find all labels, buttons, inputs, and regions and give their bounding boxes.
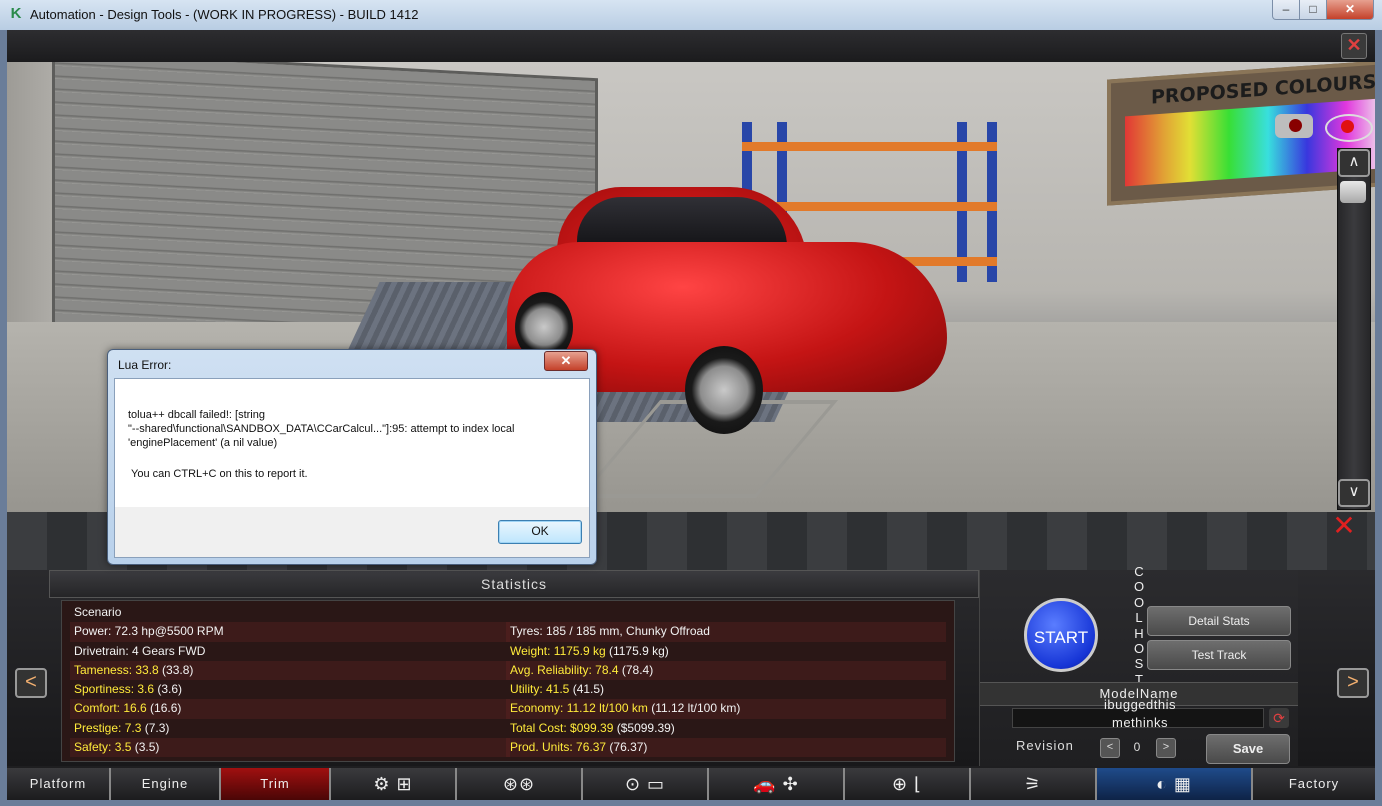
error-message: tolua++ dbcall failed!: [string "--share… bbox=[128, 409, 515, 449]
stats-left-column: Scenario Power: 72.3 hp@5500 RPM Drivetr… bbox=[70, 603, 510, 758]
stat-tameness: Tameness: 33.8 (33.8) bbox=[70, 660, 510, 681]
tab-engine[interactable]: Engine bbox=[111, 768, 221, 800]
top-strip: ✕ bbox=[7, 30, 1375, 62]
interior-icon: ⊕ ⌊ bbox=[891, 774, 923, 794]
statistics-box: Scenario Power: 72.3 hp@5500 RPM Drivetr… bbox=[61, 600, 955, 762]
stats-panel: < > Statistics Scenario Power: 72.3 hp@5… bbox=[7, 564, 1375, 766]
dialog-footer: OK bbox=[114, 507, 590, 558]
eye-icon[interactable] bbox=[1325, 114, 1373, 142]
maximize-button[interactable]: □ bbox=[1299, 0, 1327, 20]
stat-tyres: Tyres: 185 / 185 mm, Chunky Offroad bbox=[506, 622, 946, 642]
stat-safety: Safety: 3.5 (3.5) bbox=[70, 738, 510, 758]
revision-label: Revision bbox=[1016, 738, 1074, 753]
lua-error-dialog: Lua Error: ✕ tolua++ dbcall failed!: [st… bbox=[107, 349, 597, 565]
save-button[interactable]: Save bbox=[1206, 734, 1290, 764]
stat-power: Power: 72.3 hp@5500 RPM bbox=[70, 622, 510, 642]
detail-stats-button[interactable]: Detail Stats bbox=[1147, 606, 1291, 636]
dialog-content: tolua++ dbcall failed!: [string "--share… bbox=[114, 378, 590, 508]
stat-empty bbox=[506, 603, 946, 622]
zoom-scrollbar[interactable]: ∧ ∨ bbox=[1337, 148, 1371, 510]
tab-brakes[interactable]: ⊙ ▭ bbox=[583, 768, 709, 800]
test-track-button[interactable]: Test Track bbox=[1147, 640, 1291, 670]
stats-right-column: Tyres: 185 / 185 mm, Chunky Offroad Weig… bbox=[506, 603, 946, 758]
dialog-title: Lua Error: bbox=[118, 358, 172, 372]
stat-scenario: Scenario bbox=[74, 605, 122, 619]
car-fan-icon: 🚗 ✣ bbox=[753, 774, 799, 794]
window-title: Automation - Design Tools - (WORK IN PRO… bbox=[30, 7, 419, 22]
model-name-value: ibuggedthis methinks bbox=[1104, 697, 1176, 730]
tab-suspension[interactable]: ⚞ bbox=[971, 768, 1097, 800]
scroll-down-button[interactable]: ∨ bbox=[1338, 479, 1370, 507]
stat-economy: Economy: 11.12 lt/100 km (11.12 lt/100 k… bbox=[506, 699, 946, 719]
window-close-button[interactable]: ✕ bbox=[1326, 0, 1374, 20]
design-tab-bar: Platform Engine Trim ⚙ ⊞ ⊛⊛ ⊙ ▭ 🚗 ✣ ⊕ ⌊ … bbox=[7, 768, 1375, 800]
error-hint: You can CTRL+C on this to report it. bbox=[131, 468, 308, 480]
window-title-bar: K Automation - Design Tools - (WORK IN P… bbox=[0, 0, 1382, 30]
stat-comfort: Comfort: 16.6 (16.6) bbox=[70, 699, 510, 719]
stat-weight: Weight: 1175.9 kg (1175.9 kg) bbox=[510, 643, 669, 658]
stat-drivetrain: Drivetrain: 4 Gears FWD bbox=[74, 643, 206, 658]
stat-sportiness: Sportiness: 3.6 (3.6) bbox=[74, 682, 183, 697]
stat-prestige: Prestige: 7.3 (7.3) bbox=[74, 720, 170, 735]
gearbox-icon: ⚙ ⊞ bbox=[373, 774, 413, 794]
tab-wheels[interactable]: ⊛⊛ bbox=[457, 768, 583, 800]
brakes-icon: ⊙ ▭ bbox=[624, 774, 666, 794]
prev-arrow-button[interactable]: < bbox=[15, 668, 47, 698]
revision-value: 0 bbox=[1133, 740, 1141, 754]
vertical-label: COOLHOST bbox=[1133, 564, 1145, 687]
refresh-icon[interactable]: ⟳ bbox=[1269, 708, 1289, 728]
camera-icon[interactable] bbox=[1275, 114, 1313, 138]
front-wheel bbox=[685, 346, 763, 434]
model-controls: START COOLHOST Detail Stats Test Track M… bbox=[979, 564, 1298, 766]
revision-next-button[interactable]: > bbox=[1156, 738, 1176, 758]
app-logo-icon: K bbox=[10, 5, 22, 22]
minimize-button[interactable]: ‒ bbox=[1272, 0, 1300, 20]
tab-aero[interactable]: 🚗 ✣ bbox=[709, 768, 845, 800]
test-flag-icon: ◐ ▦ bbox=[1156, 774, 1192, 794]
tab-testing[interactable]: ◐ ▦ bbox=[1097, 768, 1253, 800]
stat-total-cost: Total Cost: $099.39 ($5099.39) bbox=[510, 720, 675, 735]
stat-utility: Utility: 41.5 (41.5) bbox=[510, 682, 605, 697]
tab-trim[interactable]: Trim bbox=[221, 768, 331, 800]
start-button[interactable]: START bbox=[1024, 598, 1098, 672]
wheels-icon: ⊛⊛ bbox=[502, 774, 536, 794]
ok-button[interactable]: OK bbox=[498, 520, 582, 544]
revision-prev-button[interactable]: < bbox=[1100, 738, 1120, 758]
statistics-header: Statistics bbox=[49, 570, 979, 598]
scroll-thumb[interactable] bbox=[1340, 181, 1366, 203]
scroll-up-button[interactable]: ∧ bbox=[1338, 149, 1370, 177]
tab-factory[interactable]: Factory bbox=[1253, 768, 1375, 800]
stat-prod-units: Prod. Units: 76.37 (76.37) bbox=[506, 738, 946, 758]
close-design-button[interactable]: ✕ bbox=[1341, 33, 1367, 59]
dialog-close-button[interactable]: ✕ bbox=[544, 351, 588, 371]
tab-platform[interactable]: Platform bbox=[7, 768, 111, 800]
tab-gearbox[interactable]: ⚙ ⊞ bbox=[331, 768, 457, 800]
suspension-icon: ⚞ bbox=[1024, 774, 1042, 794]
next-arrow-button[interactable]: > bbox=[1337, 668, 1369, 698]
tab-interior[interactable]: ⊕ ⌊ bbox=[845, 768, 971, 800]
hide-view-icon[interactable]: ✕ bbox=[1321, 510, 1367, 542]
stat-reliability: Avg. Reliability: 78.4 (78.4) bbox=[506, 660, 946, 681]
